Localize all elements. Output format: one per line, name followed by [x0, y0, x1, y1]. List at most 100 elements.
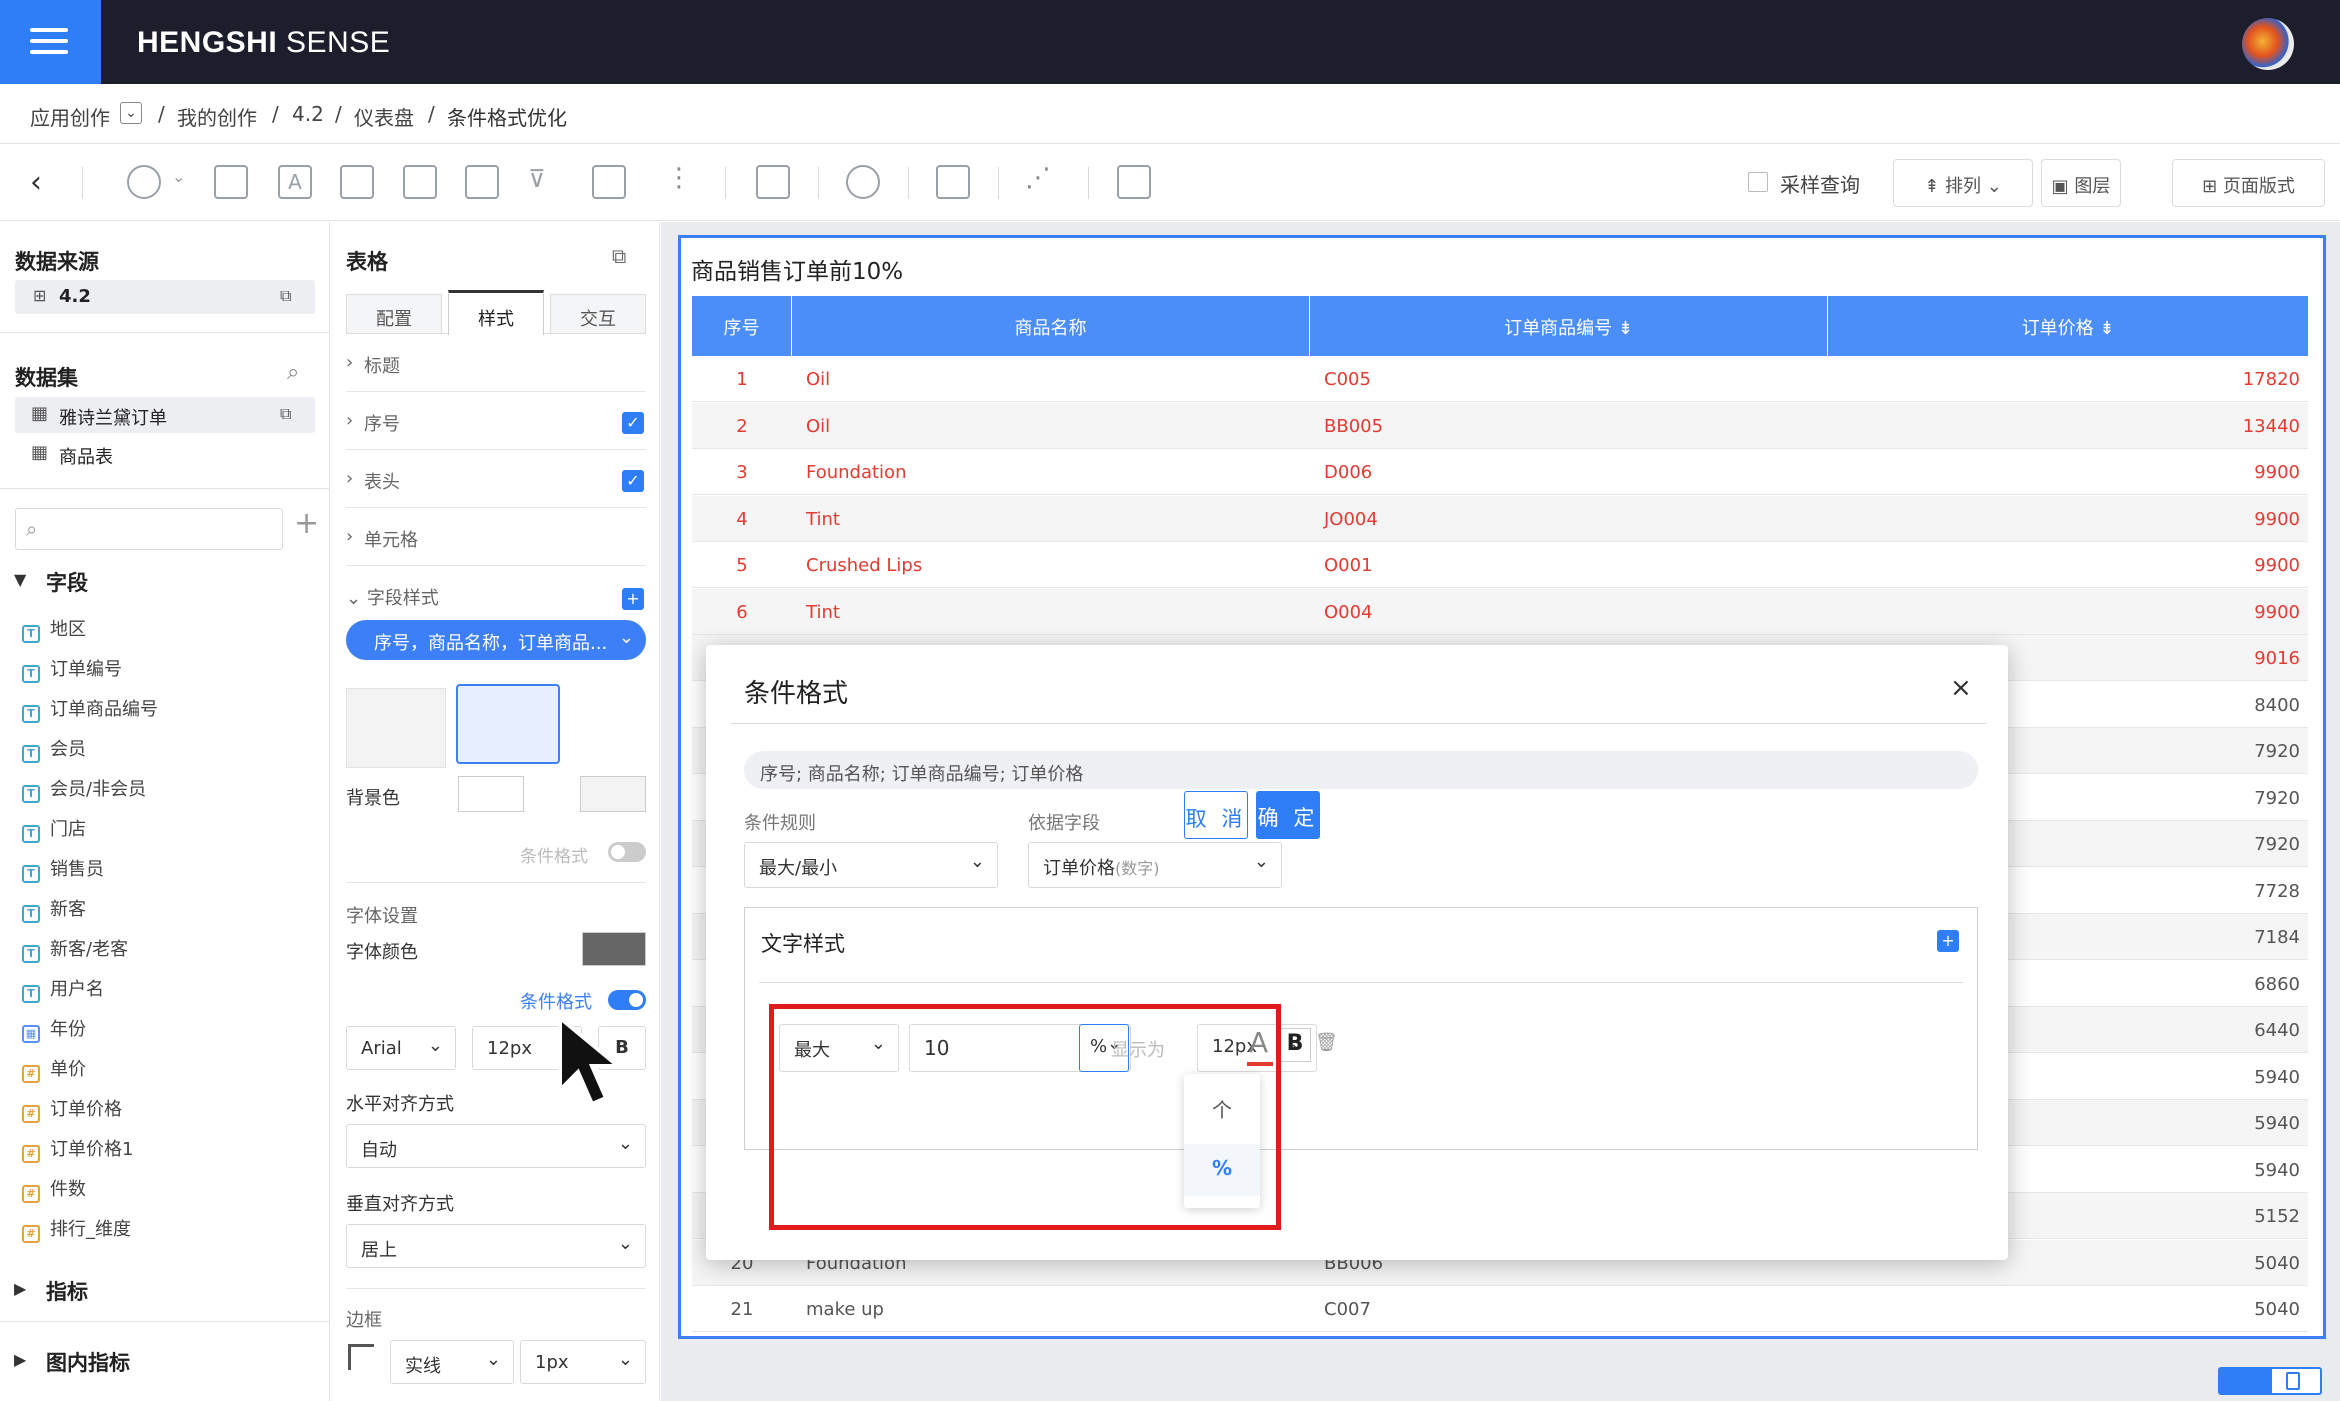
desktop-view-icon[interactable]: [2220, 1369, 2272, 1393]
field-item[interactable]: T 新客: [22, 895, 86, 925]
image-icon[interactable]: [214, 165, 248, 199]
border-style-select[interactable]: 实线 ⌄: [390, 1340, 514, 1384]
edit-icon[interactable]: ⧉: [280, 286, 291, 306]
bg-color-swatch[interactable]: [458, 776, 524, 812]
caret-down-icon[interactable]: ▼: [14, 570, 26, 589]
table-row[interactable]: 3 Foundation D006 9900: [692, 449, 2308, 495]
component-icon[interactable]: [403, 165, 437, 199]
tab-config[interactable]: 配置: [346, 294, 442, 334]
breadcrumb-root[interactable]: 应用创作: [30, 102, 110, 131]
table-row[interactable]: 21 make up C007 5040: [692, 1286, 2308, 1332]
cond-format-toggle-off[interactable]: [608, 842, 646, 862]
bold-button[interactable]: B: [1279, 1028, 1311, 1062]
field-item[interactable]: T 地区: [22, 615, 86, 645]
caret-right-icon[interactable]: ▶: [14, 1350, 26, 1369]
section-index[interactable]: › 序号 ✓: [346, 392, 646, 450]
breadcrumb-item[interactable]: 仪表盘: [354, 102, 414, 131]
menu-button[interactable]: [0, 0, 101, 84]
close-icon[interactable]: ×: [1950, 673, 1972, 703]
dataset-item[interactable]: ▦ 商品表: [15, 436, 315, 472]
border-icon[interactable]: [348, 1344, 374, 1370]
back-icon[interactable]: ‹: [30, 165, 42, 200]
cond-format-toggle-on[interactable]: [608, 990, 646, 1010]
field-item[interactable]: T 订单编号: [22, 655, 122, 685]
search-icon[interactable]: ⌕: [287, 360, 299, 385]
add-icon[interactable]: +: [294, 506, 319, 541]
section-field-style[interactable]: ⌄ 字段样式: [346, 584, 439, 610]
table-icon[interactable]: [592, 165, 626, 199]
field-item[interactable]: # 排行_维度: [22, 1215, 131, 1245]
tab-interaction[interactable]: 交互: [550, 294, 646, 334]
present-icon[interactable]: [756, 165, 790, 199]
field-item[interactable]: # 单价: [22, 1055, 86, 1085]
refresh-icon[interactable]: [846, 165, 880, 199]
expand-icon[interactable]: [936, 165, 970, 199]
delete-icon[interactable]: 🗑: [1315, 1032, 1338, 1053]
ok-button[interactable]: 确 定: [1256, 791, 1320, 839]
table-row[interactable]: 2 Oil BB005 13440: [692, 402, 2308, 449]
table-row[interactable]: 1 Oil C005 17820: [692, 356, 2308, 402]
datasource-item[interactable]: ⊞ 4.2 ⧉: [15, 280, 315, 314]
table-row[interactable]: 6 Tint O004 9900: [692, 588, 2308, 635]
excel-icon[interactable]: ⧉: [612, 244, 626, 268]
field-item[interactable]: T 订单商品编号: [22, 695, 158, 725]
field-item[interactable]: # 件数: [22, 1175, 86, 1205]
add-rule-button[interactable]: +: [1937, 930, 1959, 952]
dataset-item-active[interactable]: ▦ 雅诗兰黛订单 ⧉: [15, 397, 315, 433]
caret-right-icon[interactable]: ▶: [14, 1279, 26, 1298]
avatar[interactable]: [2242, 18, 2294, 70]
add-field-style-button[interactable]: +: [622, 588, 644, 610]
field-item[interactable]: T 门店: [22, 815, 86, 845]
table-row[interactable]: 5 Crushed Lips O001 9900: [692, 542, 2308, 588]
table-style-striped[interactable]: [456, 684, 560, 764]
field-item[interactable]: # 订单价格1: [22, 1135, 133, 1165]
text-icon[interactable]: A: [278, 165, 312, 199]
border-width-select[interactable]: 1px ⌄: [520, 1340, 646, 1384]
field-item[interactable]: ▦ 年份: [22, 1015, 86, 1045]
font-family-select[interactable]: Arial ⌄: [346, 1026, 456, 1070]
field-item[interactable]: T 会员/非会员: [22, 775, 146, 805]
sample-query-checkbox[interactable]: [1748, 172, 1768, 192]
cancel-button[interactable]: 取 消: [1184, 791, 1248, 839]
header-price[interactable]: 订单价格 ⇟: [1828, 296, 2308, 356]
section-title[interactable]: › 标题: [346, 334, 646, 392]
layers-button[interactable]: ▣ 图层: [2041, 159, 2121, 207]
section-cell[interactable]: › 单元格: [346, 508, 646, 566]
field-selector[interactable]: 序号，商品名称，订单商品... ⌄: [346, 620, 646, 660]
field-item[interactable]: T 用户名: [22, 975, 104, 1005]
header-code[interactable]: 订单商品编号 ⇟: [1310, 296, 1828, 356]
header-index[interactable]: 序号: [692, 296, 792, 356]
more-icon[interactable]: ⋮: [666, 163, 692, 193]
bg-color-swatch-alt[interactable]: [580, 776, 646, 812]
richtext-icon[interactable]: [340, 165, 374, 199]
tab-style[interactable]: 样式: [448, 290, 544, 335]
export-icon[interactable]: [1117, 165, 1151, 199]
field-item[interactable]: # 订单价格: [22, 1095, 122, 1125]
font-color-swatch[interactable]: [582, 932, 646, 966]
header-name[interactable]: 商品名称: [792, 296, 1310, 356]
basis-select[interactable]: 订单价格(数字) ⌄: [1028, 842, 1282, 888]
rule-select[interactable]: 最大/最小 ⌄: [744, 842, 998, 888]
chevron-down-icon[interactable]: ⌄: [120, 102, 142, 124]
field-item[interactable]: T 销售员: [22, 855, 104, 885]
section-header[interactable]: › 表头 ✓: [346, 450, 646, 508]
arrange-button[interactable]: ⇞ 排列 ⌄: [1893, 159, 2033, 207]
field-item[interactable]: T 会员: [22, 735, 86, 765]
h-align-select[interactable]: 自动 ⌄: [346, 1124, 646, 1168]
chart-add-icon[interactable]: [127, 165, 161, 199]
list-add-icon[interactable]: [465, 165, 499, 199]
index-checkbox[interactable]: ✓: [622, 412, 644, 434]
table-style-plain[interactable]: [346, 688, 446, 768]
table-row[interactable]: 4 Tint JO004 9900: [692, 495, 2308, 542]
field-item[interactable]: T 新客/老客: [22, 935, 128, 965]
page-layout-button[interactable]: ⊞ 页面版式: [2172, 159, 2325, 207]
header-checkbox[interactable]: ✓: [622, 470, 644, 492]
edit-icon[interactable]: ⧉: [280, 404, 291, 424]
field-search-input[interactable]: ⌕: [15, 508, 283, 550]
v-align-select[interactable]: 居上 ⌄: [346, 1224, 646, 1268]
mobile-view-icon[interactable]: [2286, 1372, 2300, 1390]
filter-add-icon[interactable]: ⊽: [528, 165, 562, 199]
share-icon[interactable]: ⋰: [1025, 163, 1051, 193]
chevron-down-icon[interactable]: ⌄: [172, 167, 185, 186]
breadcrumb-item[interactable]: 我的创作: [177, 102, 257, 131]
